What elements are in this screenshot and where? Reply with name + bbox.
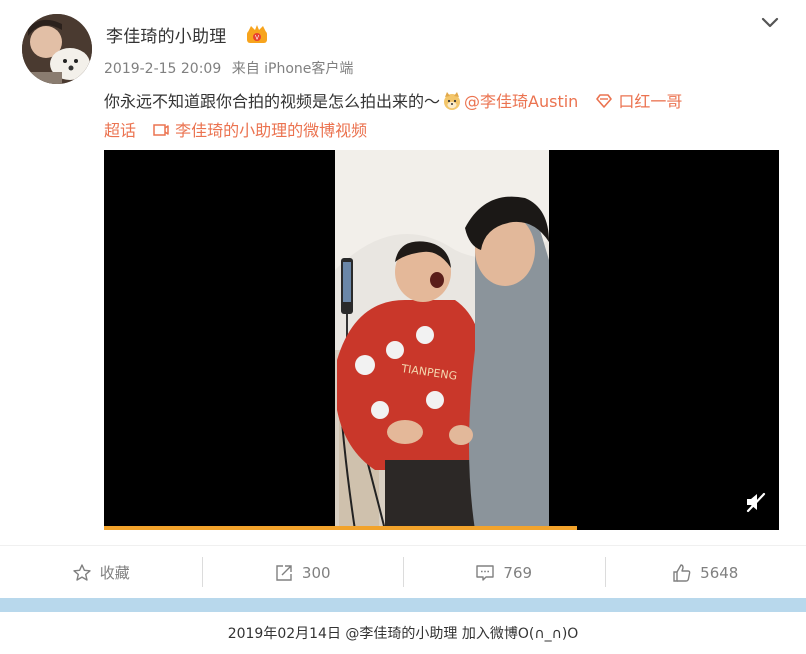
share-icon [276, 564, 292, 581]
topic-label: 口红一哥 [618, 92, 683, 111]
comment-count: 769 [503, 563, 533, 582]
thumbs-up-icon [673, 563, 691, 582]
weibo-post-card: 李佳琦的小助理 V 2019-2-15 20:09 来自 iPhone客户端 你… [0, 0, 806, 598]
author-name[interactable]: 李佳琦的小助理 [106, 22, 226, 47]
join-date-text: 2019年02月14日 @李佳琦的小助理 加入微博O(∩_∩)O [227, 626, 579, 642]
favorite-label: 收藏 [99, 564, 130, 582]
post-meta: 2019-2-15 20:09 来自 iPhone客户端 [104, 58, 359, 78]
post-date[interactable]: 2019-2-15 20:09 [104, 61, 221, 77]
video-link-label: 李佳琦的小助理的微博视频 [175, 121, 368, 140]
avatar[interactable] [22, 14, 92, 84]
doge-emoji-icon [444, 92, 461, 110]
post-source: 来自 iPhone客户端 [231, 61, 354, 77]
video-link[interactable]: 李佳琦的小助理的微博视频 [153, 121, 367, 140]
favorite-button[interactable]: 收藏 [0, 546, 202, 599]
like-count: 5648 [700, 563, 739, 582]
mute-icon[interactable] [744, 491, 768, 513]
post-text: 你永远不知道跟你合拍的视频是怎么拍出来的～ [104, 92, 441, 111]
join-date-footer: 2019年02月14日 @李佳琦的小助理 加入微博O(∩_∩)O [0, 612, 806, 654]
topic-suffix[interactable]: 超话 [104, 121, 136, 140]
repost-button[interactable]: 300 [201, 546, 404, 599]
comment-button[interactable]: 769 [403, 546, 605, 599]
post-text-line1: 你永远不知道跟你合拍的视频是怎么拍出来的～ @李佳琦Austin 口红一哥 [104, 88, 682, 112]
video-progress-bar[interactable] [104, 526, 577, 530]
video-player[interactable]: TIANPENG [104, 150, 779, 530]
avatar-image [22, 14, 92, 84]
like-button[interactable]: 5648 [604, 546, 806, 599]
crown-badge-icon[interactable]: V [245, 24, 269, 44]
video-frame: TIANPENG [335, 150, 549, 530]
star-icon [73, 563, 91, 581]
post-text-line2: 超话 李佳琦的小助理的微博视频 [104, 117, 367, 141]
action-bar: 收藏 300 769 5648 [0, 545, 806, 599]
mention-link[interactable]: @李佳琦Austin [464, 92, 578, 111]
repost-count: 300 [301, 563, 331, 582]
section-divider [0, 598, 806, 612]
topic-link[interactable]: 口红一哥 [595, 92, 682, 111]
chevron-down-icon[interactable] [760, 16, 780, 30]
video-icon [153, 124, 169, 136]
topic-diamond-icon [596, 94, 613, 108]
comment-icon [476, 564, 495, 581]
